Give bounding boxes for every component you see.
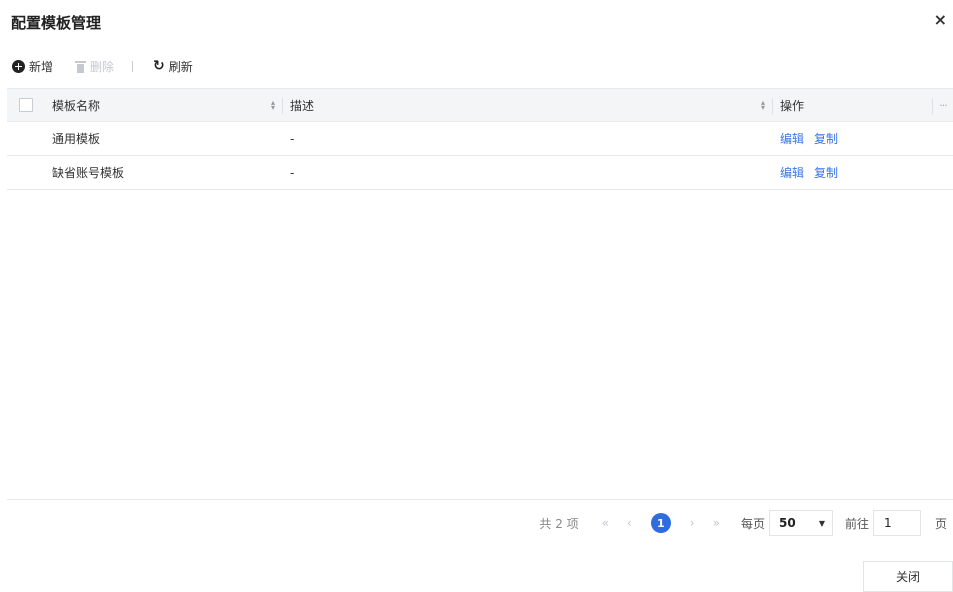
current-page-button[interactable]: 1 (650, 513, 671, 533)
table-row[interactable]: 缺省账号模板 - 编辑 复制 (7, 156, 953, 190)
add-circle-icon (12, 59, 25, 73)
delete-button-label: 删除 (90, 59, 115, 74)
pagination: 共 2 项 « ‹ 1 › » 每页 50 ▼ 前往 1 页 (539, 510, 947, 536)
cell-name: 缺省账号模板 (45, 156, 283, 189)
select-all-checkbox[interactable] (19, 98, 33, 112)
template-description: - (290, 131, 295, 146)
first-page-icon[interactable]: « (602, 516, 609, 530)
template-name: 缺省账号模板 (52, 166, 125, 180)
pagination-divider (7, 499, 953, 500)
close-button[interactable]: 关闭 (863, 561, 953, 592)
cell-description: - (283, 122, 773, 155)
column-settings[interactable]: ··· (933, 89, 953, 121)
edit-link[interactable]: 编辑 (780, 164, 804, 181)
header-actions-label: 操作 (780, 98, 805, 113)
select-all-cell (7, 89, 45, 121)
total-count: 共 2 项 (539, 516, 579, 531)
refresh-button-label: 刷新 (168, 59, 193, 74)
table-header: 模板名称 ▴ ▾ 描述 ▴ ▾ 操作 ··· (7, 88, 953, 122)
refresh-icon: ↻ (153, 58, 165, 74)
cell-actions: 编辑 复制 (773, 156, 933, 189)
sort-icon[interactable]: ▴ ▾ (761, 99, 765, 112)
edit-link[interactable]: 编辑 (780, 130, 804, 147)
page-size-value: 50 (778, 516, 796, 530)
cell-description: - (283, 156, 773, 189)
template-table: 模板名称 ▴ ▾ 描述 ▴ ▾ 操作 ··· 通用模板 - 编辑 复制 缺省账号模板… (7, 88, 953, 190)
page-size-select[interactable]: 50 ▼ (768, 510, 833, 536)
cell-name: 通用模板 (45, 122, 283, 155)
header-description[interactable]: 描述 ▴ ▾ (283, 89, 773, 121)
close-icon[interactable]: × (934, 11, 947, 29)
goto-label: 前往 (844, 516, 869, 531)
cell-actions: 编辑 复制 (773, 122, 933, 155)
delete-button[interactable]: 删除 (75, 58, 114, 75)
template-description: - (290, 165, 295, 180)
refresh-button[interactable]: ↻ 刷新 (153, 58, 193, 75)
header-actions: 操作 (773, 89, 933, 121)
goto-suffix: 页 (934, 516, 947, 531)
last-page-icon[interactable]: » (713, 516, 720, 530)
table-row[interactable]: 通用模板 - 编辑 复制 (7, 122, 953, 156)
copy-link[interactable]: 复制 (814, 164, 838, 181)
goto-page-input[interactable]: 1 (872, 510, 921, 536)
caret-down-icon: ▼ (818, 518, 825, 528)
header-name-label: 模板名称 (52, 98, 101, 113)
sort-icon[interactable]: ▴ ▾ (271, 99, 275, 112)
toolbar: 新增 删除 ↻ 刷新 (12, 57, 193, 75)
add-button-label: 新增 (29, 59, 54, 74)
toolbar-divider (132, 60, 134, 72)
trash-icon (75, 60, 87, 73)
header-description-label: 描述 (290, 98, 315, 113)
prev-page-icon[interactable]: ‹ (627, 516, 632, 530)
dialog-title: 配置模板管理 (11, 14, 102, 32)
header-name[interactable]: 模板名称 ▴ ▾ (45, 89, 283, 121)
add-button[interactable]: 新增 (12, 58, 53, 75)
more-icon: ··· (939, 98, 947, 112)
page-size-label: 每页 (740, 516, 765, 531)
template-name: 通用模板 (52, 132, 101, 146)
next-page-icon[interactable]: › (690, 516, 695, 530)
copy-link[interactable]: 复制 (814, 130, 838, 147)
